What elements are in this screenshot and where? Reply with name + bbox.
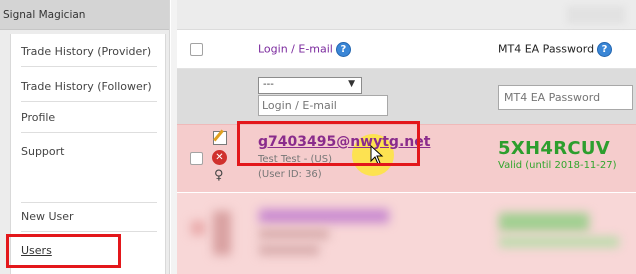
blurred-content bbox=[499, 237, 619, 247]
blurred-content bbox=[499, 213, 589, 231]
users-table: Login / E-mail? MT4 EA Password? --- ▼ ✕… bbox=[177, 0, 636, 274]
email-highlight-box bbox=[237, 121, 420, 166]
sidebar-item-trade-history-provider[interactable]: Trade History (Provider) bbox=[21, 45, 157, 67]
user-id: (User ID: 36) bbox=[258, 169, 322, 180]
blurred-content bbox=[567, 6, 625, 24]
column-header-password: MT4 EA Password? bbox=[498, 42, 613, 57]
select-all-checkbox[interactable] bbox=[190, 43, 203, 56]
award-icon[interactable]: ♀ bbox=[214, 168, 226, 184]
blurred-content bbox=[213, 211, 231, 255]
password-filter-input[interactable] bbox=[498, 85, 633, 110]
sidebar-item-profile[interactable]: Profile bbox=[21, 111, 157, 133]
chevron-down-icon: ▼ bbox=[348, 79, 355, 89]
blurred-content bbox=[259, 209, 389, 223]
login-filter-select[interactable]: --- ▼ bbox=[258, 77, 362, 94]
delete-icon[interactable]: ✕ bbox=[212, 150, 227, 165]
password-validity: Valid (until 2018-11-27) bbox=[498, 160, 617, 171]
blurred-content bbox=[191, 221, 205, 235]
blurred-content bbox=[259, 245, 319, 255]
help-icon[interactable]: ? bbox=[597, 42, 613, 57]
row-checkbox[interactable] bbox=[190, 152, 203, 165]
login-filter-input[interactable] bbox=[258, 95, 388, 116]
sidebar: Signal Magician Trade History (Provider)… bbox=[0, 0, 170, 274]
help-icon[interactable]: ? bbox=[335, 42, 351, 57]
users-highlight-box bbox=[6, 234, 121, 268]
column-header-login: Login / E-mail? bbox=[258, 42, 351, 57]
select-value: --- bbox=[263, 79, 274, 90]
table-topbar bbox=[177, 0, 636, 30]
sidebar-item-trade-history-follower[interactable]: Trade History (Follower) bbox=[21, 80, 157, 102]
blurred-table-row bbox=[177, 193, 636, 274]
ea-password-value: 5XH4RCUV bbox=[498, 138, 611, 159]
blurred-content bbox=[259, 229, 329, 239]
sidebar-item-support[interactable]: Support bbox=[21, 145, 157, 203]
sidebar-item-new-user[interactable]: New User bbox=[21, 210, 157, 232]
sidebar-title: Signal Magician bbox=[0, 0, 169, 30]
table-header-row: Login / E-mail? MT4 EA Password? bbox=[177, 31, 636, 69]
column-header-password-label: MT4 EA Password bbox=[498, 42, 595, 56]
column-header-login-label: Login / E-mail bbox=[258, 42, 333, 56]
edit-icon[interactable] bbox=[213, 131, 227, 145]
